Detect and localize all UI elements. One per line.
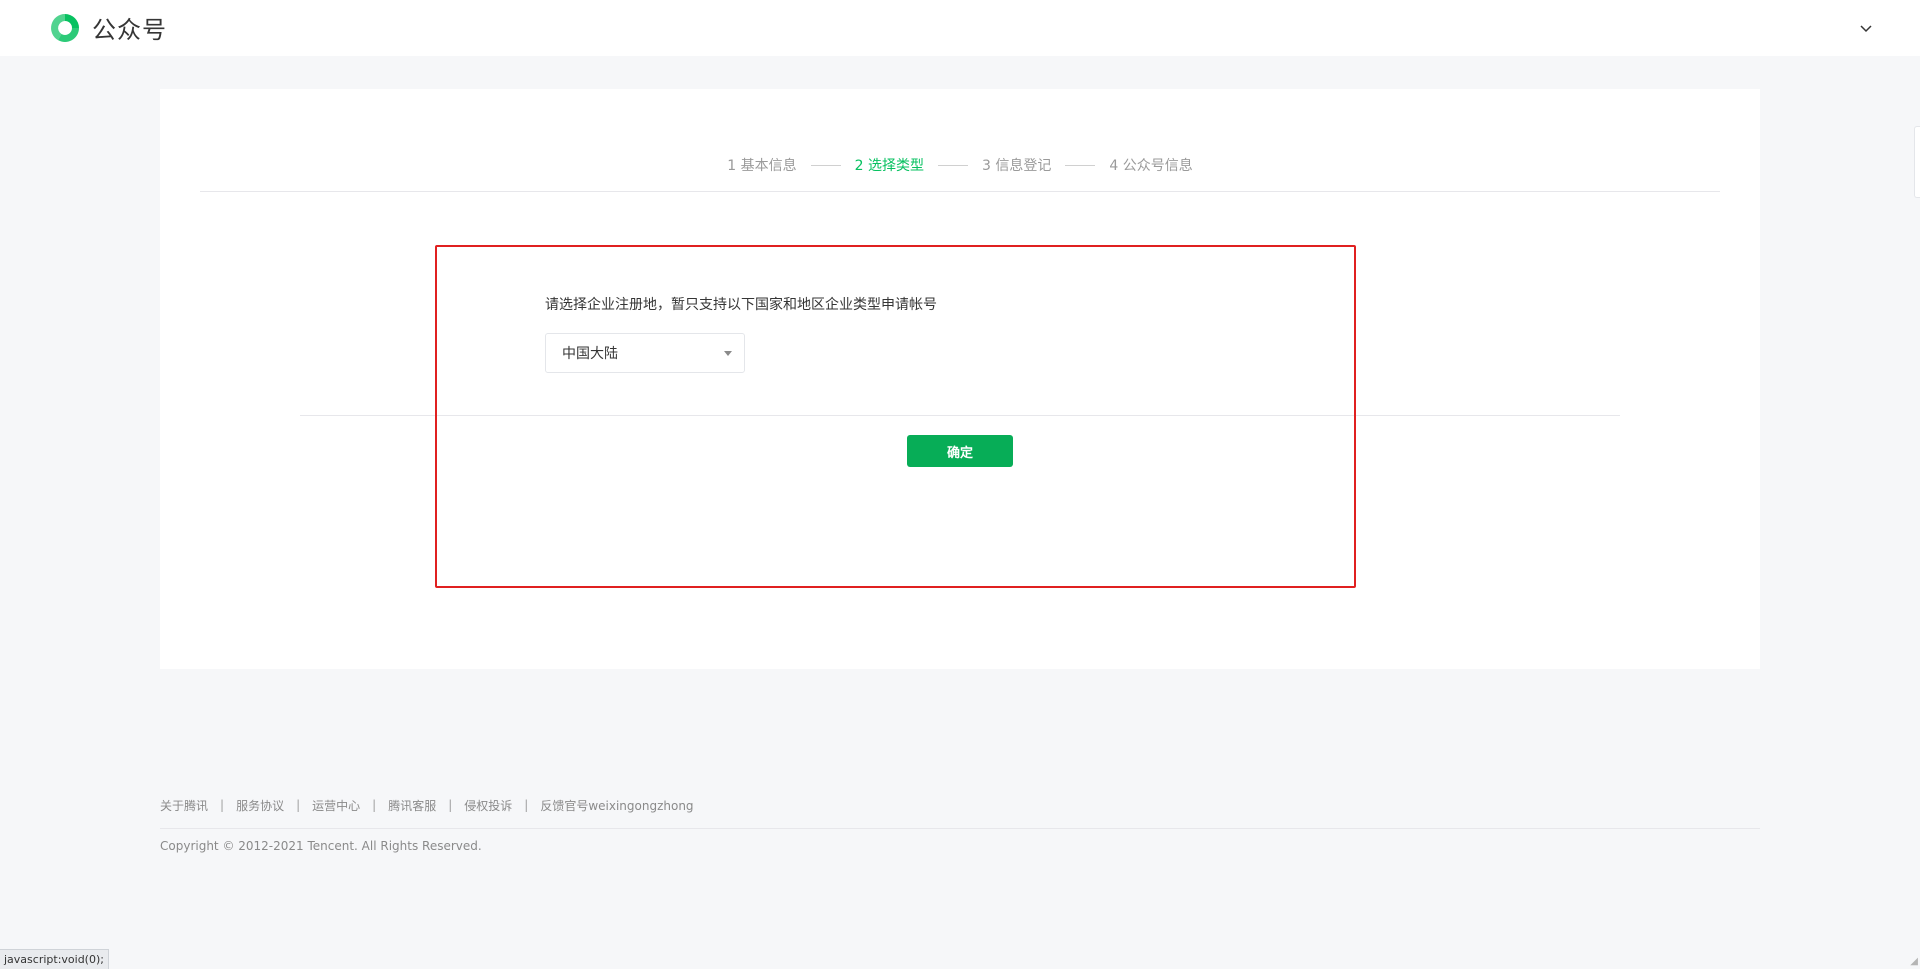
region-select[interactable]: 中国大陆 (545, 333, 745, 373)
registration-card: 1 基本信息 2 选择类型 3 信息登记 4 公众号信息 请选择企业注册地，暂只… (160, 89, 1760, 669)
footer-link-about-tencent[interactable]: 关于腾讯 (160, 797, 208, 814)
form-divider (300, 415, 1620, 416)
region-select-value: 中国大陆 (562, 346, 618, 362)
footer-separator: | (372, 798, 377, 812)
footer-link-service-agreement[interactable]: 服务协议 (236, 797, 284, 814)
step-indicator: 1 基本信息 2 选择类型 3 信息登记 4 公众号信息 (200, 149, 1720, 181)
footer-link-operations-center[interactable]: 运营中心 (312, 797, 360, 814)
chevron-down-icon[interactable] (1856, 18, 1876, 38)
step-separator (938, 164, 968, 166)
footer-divider (160, 828, 1760, 829)
status-url: javascript:void(0); (4, 953, 104, 966)
footer-separator: | (448, 798, 453, 812)
steps-divider (200, 191, 1720, 192)
step-info-registration: 3 信息登记 (982, 158, 1052, 174)
step-separator (1065, 164, 1096, 166)
top-navigation-bar: 公众号 (0, 0, 1920, 56)
browser-status-bar: javascript:void(0); (0, 949, 109, 969)
footer-separator: | (220, 798, 225, 812)
confirm-button[interactable]: 确定 (907, 435, 1013, 467)
logo[interactable]: 公众号 (48, 10, 167, 45)
region-prompt: 请选择企业注册地，暂只支持以下国家和地区企业类型申请帐号 (545, 297, 937, 313)
resize-grip-icon[interactable]: ◢ (1910, 956, 1918, 967)
copyright-text: Copyright © 2012-2021 Tencent. All Right… (160, 839, 482, 853)
step-select-type: 2 选择类型 (854, 158, 924, 174)
footer: 关于腾讯 | 服务协议 | 运营中心 | 腾讯客服 | 侵权投诉 | 反馈官号w… (160, 795, 1760, 853)
footer-separator: | (296, 798, 301, 812)
caret-down-icon (724, 351, 732, 356)
wechat-official-account-logo-icon (51, 13, 79, 42)
step-basic-info: 1 基本信息 (727, 158, 797, 174)
app-name: 公众号 (92, 16, 167, 44)
side-float-tab[interactable] (1914, 126, 1920, 198)
footer-link-customer-service[interactable]: 腾讯客服 (388, 797, 436, 814)
step-separator (810, 164, 841, 166)
footer-separator: | (524, 798, 529, 812)
footer-links: 关于腾讯 | 服务协议 | 运营中心 | 腾讯客服 | 侵权投诉 | 反馈官号w… (160, 795, 1760, 815)
step-account-info: 4 公众号信息 (1109, 158, 1193, 174)
footer-link-feedback-account[interactable]: 反馈官号weixingongzhong (540, 797, 693, 814)
footer-link-infringement-complaint[interactable]: 侵权投诉 (464, 797, 512, 814)
